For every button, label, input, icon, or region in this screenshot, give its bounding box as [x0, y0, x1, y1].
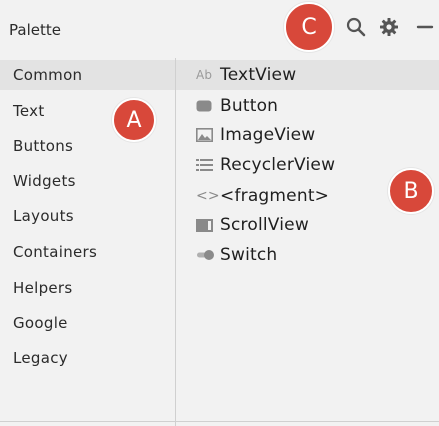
minus-icon[interactable] [414, 12, 436, 42]
palette-item-label: Button [220, 96, 279, 116]
button-icon [196, 100, 218, 112]
palette-item-label: Switch [220, 245, 278, 265]
palette-item-scrollview[interactable]: ScrollView [176, 210, 439, 240]
palette-item-switch[interactable]: Switch [176, 240, 439, 270]
palette-item-label: RecyclerView [220, 155, 336, 175]
callout-a: A [112, 98, 156, 142]
callout-b: B [388, 168, 434, 214]
palette-item-textview[interactable]: Ab TextView [176, 60, 439, 90]
category-layouts[interactable]: Layouts [0, 201, 175, 231]
gear-icon[interactable] [376, 12, 402, 42]
category-legacy[interactable]: Legacy [0, 343, 175, 373]
palette-item-label: ImageView [220, 125, 316, 145]
palette-item-button[interactable]: Button [176, 91, 439, 121]
bottom-divider [0, 421, 439, 422]
category-helpers[interactable]: Helpers [0, 273, 175, 303]
category-containers[interactable]: Containers [0, 237, 175, 267]
image-icon [196, 128, 218, 142]
list-icon [196, 158, 218, 172]
callout-c: C [284, 2, 334, 52]
fragment-icon: <> [196, 188, 220, 204]
palette-panel: Palette Common Text Buttons Widgets Layo… [0, 0, 439, 426]
textview-icon: Ab [196, 68, 213, 82]
palette-item-imageview[interactable]: ImageView [176, 120, 439, 150]
palette-item-label: TextView [220, 65, 297, 85]
search-icon[interactable] [343, 12, 369, 42]
palette-item-label: ScrollView [220, 215, 309, 235]
category-common[interactable]: Common [0, 60, 175, 90]
palette-header: Palette [0, 0, 439, 58]
category-google[interactable]: Google [0, 308, 175, 338]
palette-item-label: <fragment> [220, 186, 330, 206]
switch-icon [196, 249, 218, 261]
scrollview-icon [196, 218, 218, 232]
category-widgets[interactable]: Widgets [0, 166, 175, 196]
palette-title: Palette [9, 21, 61, 39]
palette-item-list: Ab TextView Button ImageView RecyclerVie… [176, 58, 439, 421]
